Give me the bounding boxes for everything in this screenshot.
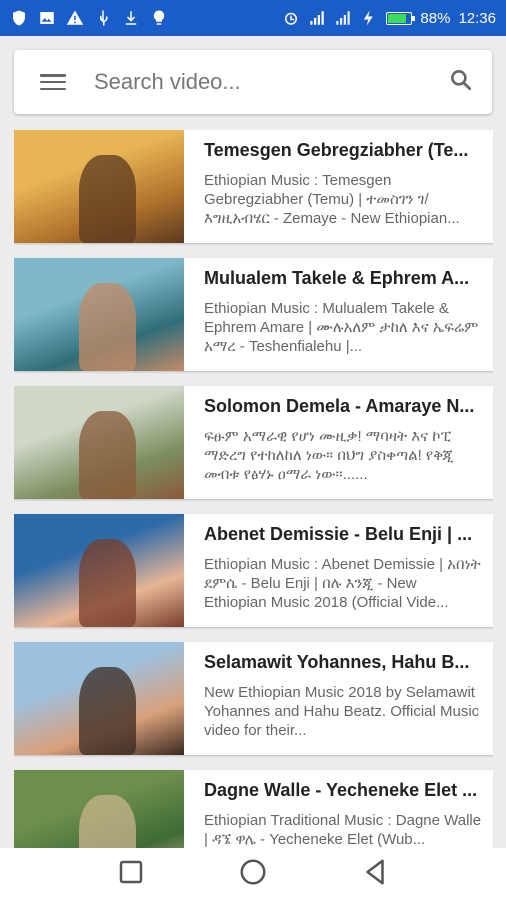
warning-icon	[66, 9, 84, 27]
battery-fill	[388, 13, 407, 23]
video-thumbnail[interactable]	[14, 770, 184, 848]
system-status: 88% 12:36	[282, 9, 496, 27]
video-thumbnail[interactable]	[14, 514, 184, 627]
video-description: Ethiopian Music : Abenet Demissie | አበነት…	[204, 556, 481, 611]
back-icon[interactable]	[360, 857, 390, 892]
video-info: Solomon Demela - Amaraye N... ፍፁም አማራዊ የ…	[184, 386, 493, 499]
video-title[interactable]: Selamawit Yohannes, Hahu B...	[204, 652, 483, 673]
usb-icon	[94, 9, 112, 27]
navigation-bar	[0, 848, 506, 900]
download-icon	[122, 9, 140, 27]
search-icon[interactable]	[448, 67, 474, 98]
video-thumbnail[interactable]	[14, 130, 184, 243]
menu-icon[interactable]	[40, 72, 66, 92]
video-thumbnail[interactable]	[14, 258, 184, 371]
thumbnail-figure	[78, 154, 137, 243]
video-item[interactable]: Selamawit Yohannes, Hahu B... New Ethiop…	[14, 642, 493, 755]
battery-percent: 88%	[420, 9, 451, 27]
video-info: Selamawit Yohannes, Hahu B... New Ethiop…	[184, 642, 493, 755]
signal-4g-icon	[334, 9, 352, 27]
video-item[interactable]: Dagne Walle - Yecheneke Elet ... Ethiopi…	[14, 770, 493, 848]
video-title[interactable]: Dagne Walle - Yecheneke Elet ...	[204, 780, 483, 801]
video-info: Abenet Demissie - Belu Enji | ... Ethiop…	[184, 514, 493, 627]
video-title[interactable]: Abenet Demissie - Belu Enji | ...	[204, 524, 483, 545]
video-item[interactable]: Abenet Demissie - Belu Enji | ... Ethiop…	[14, 514, 493, 627]
notification-icons	[10, 9, 168, 27]
charging-icon	[360, 9, 378, 27]
thumbnail-figure	[78, 794, 137, 848]
thumbnail-figure	[78, 538, 137, 627]
signal-icon	[308, 9, 326, 27]
image-icon	[38, 9, 56, 27]
thumbnail-figure	[78, 410, 137, 499]
search-input[interactable]	[94, 69, 448, 95]
video-thumbnail[interactable]	[14, 642, 184, 755]
shield-icon	[10, 9, 28, 27]
recent-apps-icon[interactable]	[116, 857, 146, 892]
lightbulb-icon	[150, 9, 168, 27]
video-title[interactable]: Solomon Demela - Amaraye N...	[204, 396, 483, 417]
thumbnail-figure	[78, 282, 137, 371]
video-description: ፍፁም አማራዊ የሆነ ሙዚቃ! ማባዛት እና ኮፒ ማድረግ የተከለከለ…	[204, 428, 454, 483]
video-info: Mulualem Takele & Ephrem A... Ethiopian …	[184, 258, 493, 371]
video-description: Ethiopian Traditional Music : Dagne Wall…	[204, 812, 482, 848]
video-title[interactable]: Mulualem Takele & Ephrem A...	[204, 268, 483, 289]
video-description: New Ethiopian Music 2018 by Selamawit Yo…	[204, 684, 480, 739]
video-item[interactable]: Temesgen Gebregziabher (Te... Ethiopian …	[14, 130, 493, 243]
clock: 12:36	[458, 9, 496, 27]
home-icon[interactable]	[238, 857, 268, 892]
thumbnail-figure	[78, 666, 137, 755]
status-bar: 88% 12:36	[0, 0, 506, 36]
video-info: Temesgen Gebregziabher (Te... Ethiopian …	[184, 130, 493, 243]
video-info: Dagne Walle - Yecheneke Elet ... Ethiopi…	[184, 770, 493, 848]
alarm-icon	[282, 9, 300, 27]
video-list: Temesgen Gebregziabher (Te... Ethiopian …	[14, 130, 493, 848]
video-item[interactable]: Mulualem Takele & Ephrem A... Ethiopian …	[14, 258, 493, 371]
video-item[interactable]: Solomon Demela - Amaraye N... ፍፁም አማራዊ የ…	[14, 386, 493, 499]
video-description: Ethiopian Music : Temesgen Gebregziabher…	[204, 172, 460, 227]
video-description: Ethiopian Music : Mulualem Takele & Ephr…	[204, 300, 479, 355]
search-bar	[14, 50, 492, 114]
video-title[interactable]: Temesgen Gebregziabher (Te...	[204, 140, 483, 161]
battery-icon	[386, 11, 416, 25]
video-thumbnail[interactable]	[14, 386, 184, 499]
